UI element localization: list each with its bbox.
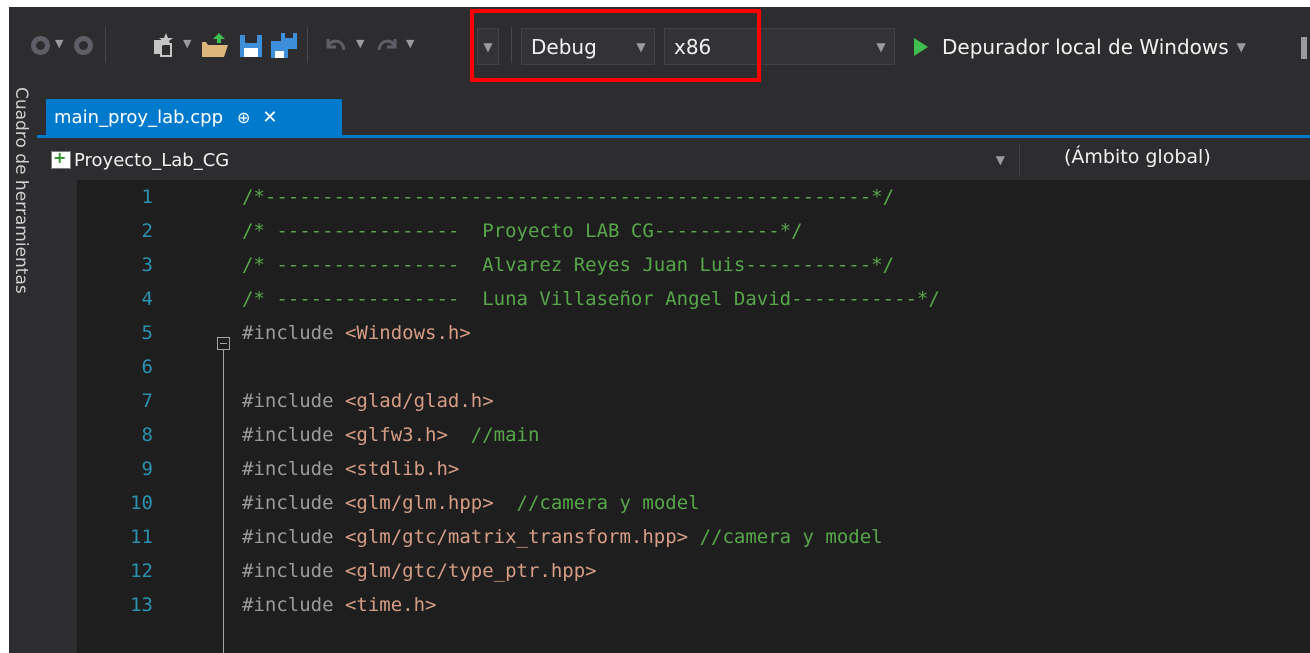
line-number: 4 bbox=[141, 288, 153, 310]
window-top-edge bbox=[0, 0, 1310, 7]
line-number: 3 bbox=[141, 254, 153, 276]
code-text: /* ---------------- Proyecto LAB CG-----… bbox=[242, 214, 803, 248]
keyword-token: #include bbox=[242, 458, 345, 480]
project-dropdown[interactable]: Proyecto_Lab_CG ▼ bbox=[51, 144, 1020, 176]
include-path-token: <stdlib.h> bbox=[344, 458, 460, 480]
tab-main-proy-lab-cpp[interactable]: main_proy_lab.cpp ⊕ ✕ bbox=[46, 99, 342, 135]
line-number: 8 bbox=[141, 424, 153, 446]
code-line[interactable]: 7 #include <glad/glad.h> bbox=[37, 384, 1310, 418]
tab-label: main_proy_lab.cpp bbox=[54, 106, 223, 128]
keyword-token: #include bbox=[242, 560, 345, 582]
include-path-token: <time.h> bbox=[344, 594, 437, 616]
code-line[interactable]: 2 /* ---------------- Proyecto LAB CG----… bbox=[37, 214, 1310, 248]
comment-token: /* ---------------- Luna Villaseñor Ange… bbox=[242, 288, 940, 310]
toolbox-label[interactable]: Cuadro de herramientas bbox=[11, 87, 31, 294]
code-line[interactable]: 9 #include <stdlib.h> bbox=[37, 452, 1310, 486]
line-number: 2 bbox=[141, 220, 153, 242]
toolbar-separator bbox=[105, 27, 106, 63]
code-line[interactable]: 5 #include <Windows.h> bbox=[37, 316, 1310, 350]
code-line[interactable]: 12 #include <glm/gtc/type_ptr.hpp> bbox=[37, 554, 1310, 588]
chevron-down-icon[interactable]: ▼ bbox=[1237, 40, 1246, 54]
save-all-icon[interactable] bbox=[268, 30, 300, 62]
navigate-back-icon[interactable] bbox=[31, 36, 50, 55]
project-name: Proyecto_Lab_CG bbox=[74, 149, 230, 171]
chevron-down-icon: ▼ bbox=[995, 153, 1005, 167]
line-number: 1 bbox=[141, 186, 153, 208]
comment-token: /* ---------------- Alvarez Reyes Juan L… bbox=[242, 254, 895, 276]
save-icon[interactable] bbox=[235, 30, 267, 62]
code-text: /* ---------------- Alvarez Reyes Juan L… bbox=[242, 248, 894, 282]
close-icon[interactable]: ✕ bbox=[262, 107, 277, 128]
navigate-back-dropdown-icon[interactable]: ▼ bbox=[55, 37, 63, 50]
undo-dropdown-icon[interactable]: ▼ bbox=[356, 37, 364, 50]
comment-token: //camera y model bbox=[493, 492, 700, 514]
code-line[interactable]: 3 /* ---------------- Alvarez Reyes Juan … bbox=[37, 248, 1310, 282]
keyword-token: #include bbox=[242, 492, 345, 514]
pin-icon[interactable]: ⊕ bbox=[237, 108, 250, 127]
keyword-token: #include bbox=[242, 424, 345, 446]
comment-token: //camera y model bbox=[688, 526, 883, 548]
window-left-edge bbox=[0, 0, 9, 653]
code-line[interactable]: 8 #include <glfw3.h> //main bbox=[37, 418, 1310, 452]
line-number: 12 bbox=[130, 560, 153, 582]
include-path-token: <glm/gtc/type_ptr.hpp> bbox=[344, 560, 597, 582]
play-icon bbox=[914, 37, 928, 56]
navigate-forward-icon[interactable] bbox=[74, 36, 93, 55]
code-line[interactable]: 4 /* ---------------- Luna Villaseñor Ang… bbox=[37, 282, 1310, 316]
cpp-project-icon bbox=[51, 148, 71, 169]
code-text: #include <glm/glm.hpp> //camera y model bbox=[242, 486, 700, 520]
redo-icon[interactable] bbox=[372, 30, 404, 62]
code-editor[interactable]: 1 /*-------------------------------------… bbox=[37, 180, 1310, 653]
line-number: 9 bbox=[141, 458, 153, 480]
line-number: 5 bbox=[141, 322, 153, 344]
include-path-token: <glad/glad.h> bbox=[344, 390, 494, 412]
new-project-icon[interactable] bbox=[148, 30, 180, 62]
comment-token: /*--------------------------------------… bbox=[242, 186, 895, 208]
code-line[interactable]: 1 /*-------------------------------------… bbox=[37, 180, 1310, 214]
code-text: #include <stdlib.h> bbox=[242, 452, 459, 486]
run-target-label: Depurador local de Windows bbox=[942, 34, 1229, 59]
keyword-token: #include bbox=[242, 390, 345, 412]
code-text: #include <time.h> bbox=[242, 588, 436, 622]
code-line[interactable]: 11 #include <glm/gtc/matrix_transform.hpp… bbox=[37, 520, 1310, 554]
redo-dropdown-icon[interactable]: ▼ bbox=[406, 37, 414, 50]
code-text: #include <glm/gtc/matrix_transform.hpp> … bbox=[242, 520, 883, 554]
code-text: #include <glm/gtc/type_ptr.hpp> bbox=[242, 554, 597, 588]
comment-token: /* ---------------- Proyecto LAB CG-----… bbox=[242, 220, 803, 242]
toolbar-overflow-icon[interactable] bbox=[1297, 37, 1310, 59]
code-text: #include <glad/glad.h> bbox=[242, 384, 494, 418]
line-number: 7 bbox=[141, 390, 153, 412]
new-project-dropdown-icon[interactable]: ▼ bbox=[183, 37, 191, 50]
navigation-bar: Proyecto_Lab_CG ▼ (Ámbito global) bbox=[37, 138, 1310, 180]
code-line[interactable]: 10 #include <glm/glm.hpp> //camera y mode… bbox=[37, 486, 1310, 520]
line-number: 11 bbox=[130, 526, 153, 548]
toolbox-side-panel[interactable]: Cuadro de herramientas bbox=[9, 85, 37, 653]
line-number: 10 bbox=[130, 492, 153, 514]
keyword-token: #include bbox=[242, 594, 345, 616]
undo-icon[interactable] bbox=[319, 30, 351, 62]
comment-token: //main bbox=[447, 424, 540, 446]
keyword-token: #include bbox=[242, 322, 345, 344]
keyword-token: #include bbox=[242, 526, 345, 548]
code-text: /*--------------------------------------… bbox=[242, 180, 894, 214]
code-line[interactable]: 13 #include <time.h> bbox=[37, 588, 1310, 622]
include-path-token: <glm/glm.hpp> bbox=[344, 492, 494, 514]
code-line[interactable]: 6 bbox=[37, 350, 1310, 384]
code-text: #include <glfw3.h> //main bbox=[242, 418, 539, 452]
code-text: #include <Windows.h> bbox=[242, 316, 471, 350]
highlight-annotation-box bbox=[470, 9, 761, 82]
include-path-token: <glfw3.h> bbox=[344, 424, 448, 446]
include-path-token: <glm/gtc/matrix_transform.hpp> bbox=[344, 526, 689, 548]
open-folder-icon[interactable] bbox=[199, 30, 231, 62]
code-text: /* ---------------- Luna Villaseñor Ange… bbox=[242, 282, 940, 316]
toolbar-separator bbox=[307, 27, 308, 63]
start-debugging-button[interactable]: Depurador local de Windows ▼ bbox=[914, 28, 1246, 65]
line-number: 13 bbox=[130, 594, 153, 616]
scope-dropdown[interactable]: (Ámbito global) bbox=[1064, 146, 1211, 168]
chevron-down-icon: ▼ bbox=[876, 39, 886, 54]
line-number: 6 bbox=[141, 356, 153, 378]
include-path-token: <Windows.h> bbox=[344, 322, 471, 344]
